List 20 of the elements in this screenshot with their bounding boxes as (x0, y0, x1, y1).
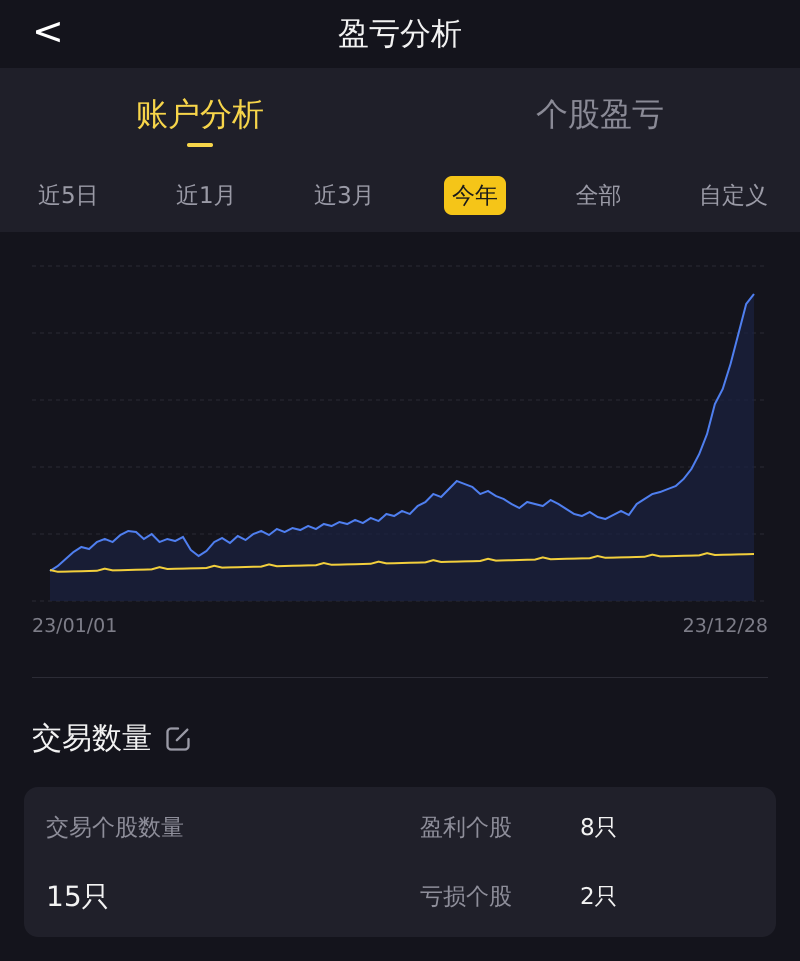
stat-label: 交易个股数量 (46, 814, 185, 843)
edit-icon[interactable] (164, 724, 192, 752)
stat-value: 8只 (580, 814, 619, 843)
tab[interactable]: 个股盈亏 (400, 68, 800, 158)
stat-value: 15只 (46, 878, 111, 914)
period-tab[interactable]: 全部 (568, 176, 630, 214)
back-button[interactable]: < (22, 8, 74, 54)
stat-label: 亏损个股 (420, 883, 513, 912)
stat-value: 2只 (580, 883, 619, 912)
axis-label: 23/12/28 (682, 615, 768, 637)
stat-label: 盈利个股 (420, 814, 513, 843)
section-title: 交易数量 (32, 720, 152, 758)
axis-label: 23/01/01 (32, 615, 118, 637)
period-tab[interactable]: 自定义 (690, 176, 776, 214)
period-tab[interactable]: 今年 (444, 176, 506, 214)
period-tab[interactable]: 近3月 (306, 176, 383, 214)
period-tab[interactable]: 近5日 (30, 176, 107, 214)
period-tab[interactable]: 近1月 (168, 176, 245, 214)
page-title: 盈亏分析 (338, 15, 462, 54)
tab[interactable]: 账户分析 (0, 68, 400, 158)
